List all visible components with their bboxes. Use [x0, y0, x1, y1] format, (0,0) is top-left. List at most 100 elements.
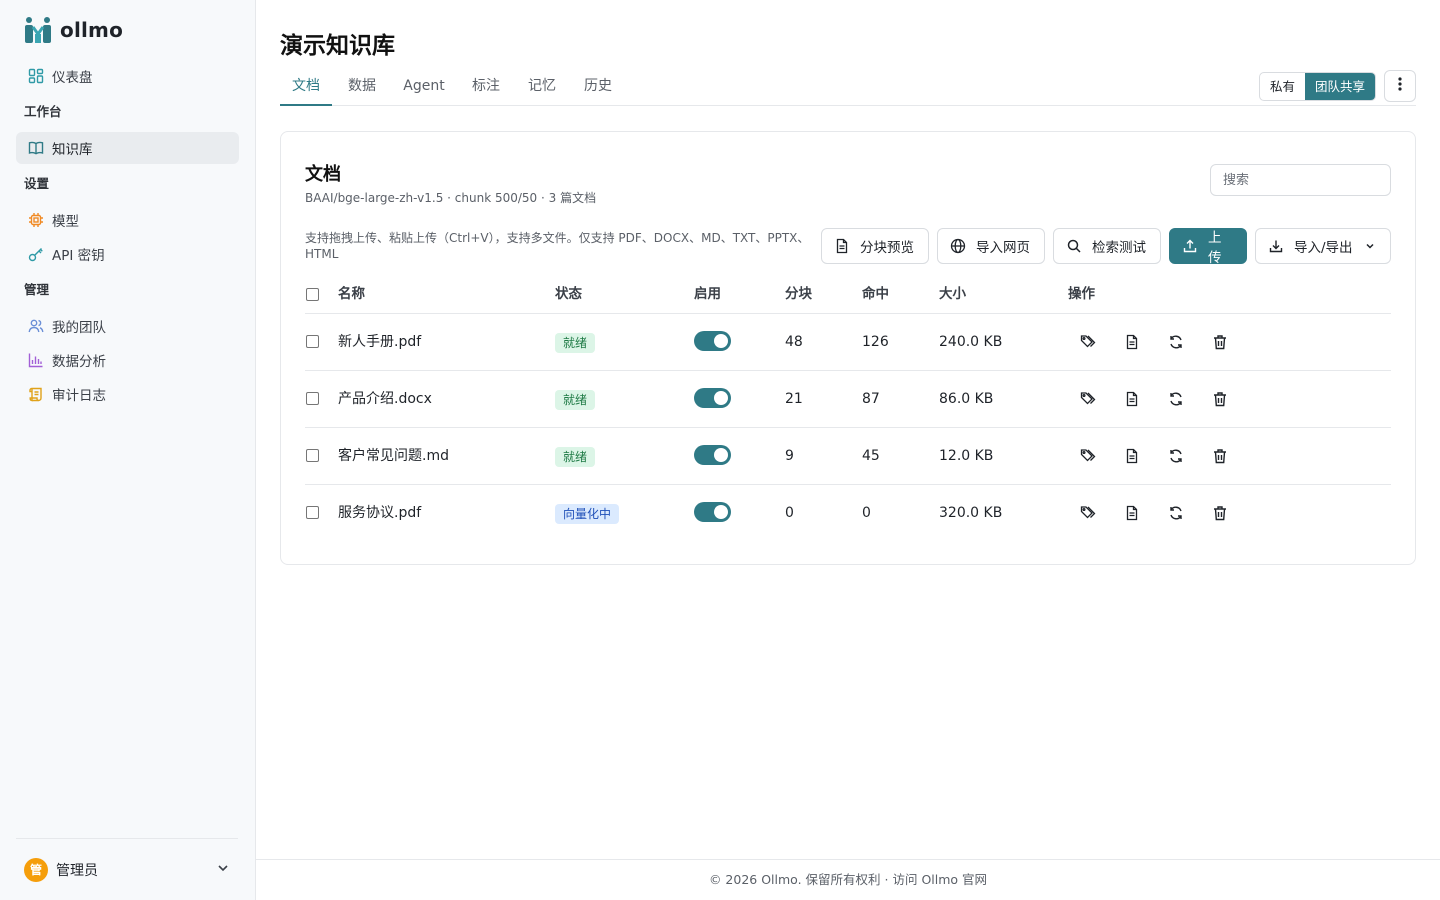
upload-button[interactable]: 上传 [1169, 228, 1247, 266]
file-name[interactable]: 新人手册.pdf [338, 314, 421, 371]
enable-toggle[interactable] [694, 502, 731, 522]
tab-annotation[interactable]: 标注 [460, 66, 512, 106]
key-icon [28, 246, 44, 262]
hit-count: 126 [862, 334, 889, 350]
more-options-button[interactable] [1384, 70, 1416, 102]
sidebar-item-models[interactable]: 模型 [16, 204, 239, 236]
row-checkbox[interactable] [306, 506, 319, 519]
document-icon [834, 238, 850, 254]
refresh-icon[interactable] [1166, 503, 1186, 523]
refresh-icon[interactable] [1166, 446, 1186, 466]
team-icon [28, 318, 44, 334]
tab-bar: 文档 数据 Agent 标注 记忆 历史 [280, 66, 1416, 106]
sidebar-item-label: 模型 [52, 214, 79, 230]
trash-icon[interactable] [1210, 389, 1230, 409]
column-actions: 操作 [1068, 286, 1095, 302]
column-size: 大小 [939, 286, 966, 302]
upload-icon [1182, 238, 1198, 254]
sidebar-item-label: 仪表盘 [52, 70, 93, 86]
select-all-checkbox[interactable] [306, 288, 319, 301]
chevron-down-icon [216, 861, 230, 879]
file-name[interactable]: 产品介绍.docx [338, 371, 432, 428]
visibility-private-option[interactable]: 私有 [1260, 73, 1305, 100]
import-export-dropdown[interactable]: 导入/导出 [1255, 228, 1391, 264]
button-label: 导入/导出 [1294, 240, 1353, 256]
search-icon [1066, 238, 1082, 254]
sidebar-item-knowledge-base[interactable]: 知识库 [16, 132, 239, 164]
chunk-count: 21 [785, 391, 803, 407]
document-icon[interactable] [1122, 446, 1142, 466]
refresh-icon[interactable] [1166, 332, 1186, 352]
tag-icon[interactable] [1078, 332, 1098, 352]
button-label: 分块预览 [860, 240, 914, 256]
chunk-preview-button[interactable]: 分块预览 [821, 228, 929, 264]
tag-icon[interactable] [1078, 446, 1098, 466]
table-row: 产品介绍.docx 就绪 21 87 86.0 KB [305, 371, 1391, 428]
page-title: 演示知识库 [280, 33, 395, 59]
sidebar-item-audit-log[interactable]: 审计日志 [16, 378, 239, 410]
tab-memory[interactable]: 记忆 [516, 66, 568, 106]
tag-icon[interactable] [1078, 503, 1098, 523]
download-icon [1268, 238, 1284, 254]
hit-count: 87 [862, 391, 880, 407]
trash-icon[interactable] [1210, 503, 1230, 523]
status-badge: 就绪 [555, 390, 596, 410]
column-name: 名称 [338, 286, 365, 302]
file-name[interactable]: 客户常见问题.md [338, 428, 449, 485]
tab-history[interactable]: 历史 [572, 66, 624, 106]
page-footer[interactable]: © 2026 Ollmo. 保留所有权利 · 访问 Ollmo 官网 [256, 859, 1440, 900]
trash-icon[interactable] [1210, 332, 1230, 352]
chunk-count: 0 [785, 505, 794, 521]
app-name: ollmo [60, 18, 124, 42]
enable-toggle[interactable] [694, 445, 731, 465]
avatar: 管 [24, 857, 48, 882]
search-input[interactable] [1210, 164, 1391, 196]
book-icon [28, 140, 44, 156]
table-header: 名称 状态 启用 分块 命中 大小 操作 [305, 278, 1391, 314]
refresh-icon[interactable] [1166, 389, 1186, 409]
chevron-down-icon [1365, 241, 1375, 251]
nav-section-settings: 设置 [24, 176, 50, 191]
card-title: 文档 [305, 164, 341, 185]
document-icon[interactable] [1122, 389, 1142, 409]
status-badge: 就绪 [555, 333, 596, 353]
table-row: 服务协议.pdf 向量化中 0 0 320.0 KB [305, 485, 1391, 542]
sidebar-item-label: 知识库 [52, 142, 93, 158]
status-badge: 就绪 [555, 447, 596, 467]
user-menu[interactable]: 管 管理员 [16, 838, 238, 900]
tag-icon[interactable] [1078, 389, 1098, 409]
trash-icon[interactable] [1210, 446, 1230, 466]
document-icon[interactable] [1122, 332, 1142, 352]
sidebar-item-label: 数据分析 [52, 354, 106, 370]
tab-agent[interactable]: Agent [392, 66, 456, 106]
document-icon[interactable] [1122, 503, 1142, 523]
file-size: 86.0 KB [939, 391, 994, 407]
row-checkbox[interactable] [306, 392, 319, 405]
main-content: 演示知识库 文档 数据 Agent 标注 记忆 历史 私有 团队共享 文档 BA… [256, 0, 1440, 900]
button-label: 上传 [1208, 230, 1222, 266]
sidebar-item-dashboard[interactable]: 仪表盘 [16, 60, 239, 92]
row-checkbox[interactable] [306, 449, 319, 462]
sidebar-item-api-keys[interactable]: API 密钥 [16, 238, 239, 270]
import-web-button[interactable]: 导入网页 [937, 228, 1045, 264]
sidebar-nav: 仪表盘 工作台 知识库 设置 模型 API 密钥 管理 我的团队 数据分析 审计… [16, 58, 239, 412]
column-status: 状态 [555, 286, 582, 302]
tab-documents[interactable]: 文档 [280, 66, 332, 106]
search-test-button[interactable]: 检索测试 [1053, 228, 1161, 264]
tab-data[interactable]: 数据 [336, 66, 388, 106]
app-logo[interactable]: ollmo [24, 16, 123, 44]
upload-hint: 支持拖拽上传、粘贴上传（Ctrl+V），支持多文件。仅支持 PDF、DOCX、M… [305, 231, 810, 261]
chunk-count: 48 [785, 334, 803, 350]
file-size: 240.0 KB [939, 334, 1003, 350]
row-checkbox[interactable] [306, 335, 319, 348]
file-size: 320.0 KB [939, 505, 1003, 521]
card-subtitle: BAAI/bge-large-zh-v1.5 · chunk 500/50 · … [305, 191, 597, 205]
button-label: 检索测试 [1092, 240, 1146, 256]
file-name[interactable]: 服务协议.pdf [338, 485, 421, 542]
sidebar-item-analytics[interactable]: 数据分析 [16, 344, 239, 376]
enable-toggle[interactable] [694, 388, 731, 408]
enable-toggle[interactable] [694, 331, 731, 351]
visibility-team-option[interactable]: 团队共享 [1304, 73, 1375, 100]
sidebar-item-my-team[interactable]: 我的团队 [16, 310, 239, 342]
dashboard-icon [28, 68, 44, 84]
